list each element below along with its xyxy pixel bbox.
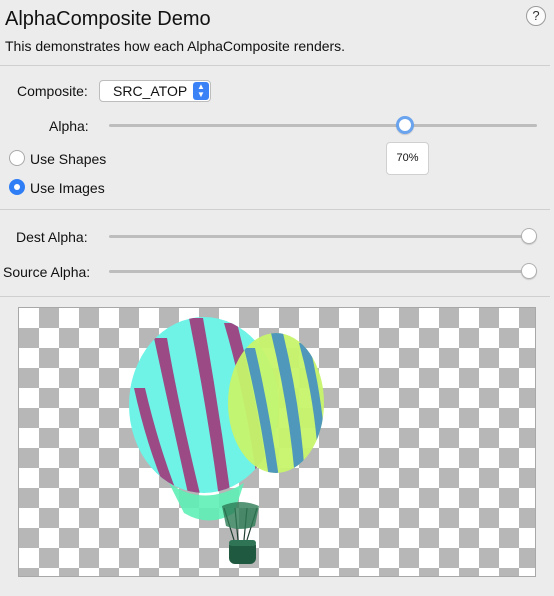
alpha-tooltip: 70%: [386, 142, 429, 175]
divider-middle: [0, 209, 550, 210]
use-images-radio[interactable]: [9, 179, 25, 195]
use-images-label[interactable]: Use Images: [30, 180, 105, 196]
dest-alpha-label: Dest Alpha:: [16, 229, 88, 245]
alpha-slider-track[interactable]: [109, 124, 537, 127]
description: This demonstrates how each AlphaComposit…: [5, 38, 346, 54]
balloons-image: [129, 317, 324, 564]
divider-top: [0, 65, 550, 66]
window-title: AlphaComposite Demo: [5, 8, 211, 30]
use-shapes-label[interactable]: Use Shapes: [30, 151, 106, 167]
composite-value: SRC_ATOP: [113, 83, 188, 99]
use-shapes-radio[interactable]: [9, 150, 25, 166]
dest-alpha-slider-knob[interactable]: [521, 228, 537, 244]
source-alpha-slider-knob[interactable]: [521, 263, 537, 279]
composite-label: Composite:: [17, 83, 88, 99]
source-alpha-label: Source Alpha:: [3, 264, 91, 280]
chevron-up-down-icon: ▲ ▼: [193, 82, 209, 100]
composite-select[interactable]: SRC_ATOP ▲ ▼: [99, 80, 211, 102]
source-alpha-slider-track[interactable]: [109, 270, 537, 273]
divider-bottom: [0, 296, 550, 297]
composite-preview-canvas: [18, 307, 536, 577]
balloon-basket: [222, 502, 259, 564]
help-button[interactable]: ?: [526, 6, 546, 26]
dest-alpha-slider-track[interactable]: [109, 235, 537, 238]
alpha-label: Alpha:: [49, 118, 89, 134]
alpha-slider-knob[interactable]: [396, 116, 414, 134]
